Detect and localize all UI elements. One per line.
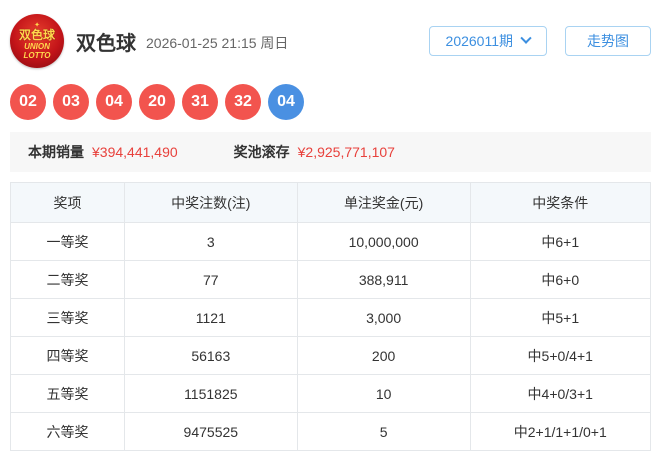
prize-table-body: 一等奖 3 10,000,000 中6+1 二等奖 77 388,911 中6+0 三等奖 112… [10, 222, 651, 451]
red-ball: 02 [10, 84, 46, 120]
table-cell: 1121 [123, 298, 298, 337]
table-cell: 3 [123, 222, 298, 261]
logo-lotto-text: LOTTO [23, 51, 51, 60]
table-cell: 10,000,000 [296, 222, 471, 261]
blue-ball: 04 [268, 84, 304, 120]
lottery-result-page: ✦ 双色球 UNION LOTTO 双色球 2026-01-25 21:15 周… [0, 0, 661, 451]
table-cell: 中5+1 [469, 298, 651, 337]
table-cell: 一等奖 [10, 222, 125, 261]
red-ball: 03 [53, 84, 89, 120]
table-cell: 中6+1 [469, 222, 651, 261]
table-cell: 中5+0/4+1 [469, 336, 651, 375]
trend-chart-button[interactable]: 走势图 [565, 26, 651, 56]
red-ball: 31 [182, 84, 218, 120]
table-cell: 56163 [123, 336, 298, 375]
table-cell: 六等奖 [10, 412, 125, 451]
prize-table-header-row: 奖项 中奖注数(注) 单注奖金(元) 中奖条件 [10, 182, 651, 223]
column-header: 中奖注数(注) [123, 182, 298, 223]
chevron-down-icon [520, 32, 532, 44]
prize-table: 奖项 中奖注数(注) 单注奖金(元) 中奖条件 一等奖 3 10,000,000 中6+1 二… [10, 182, 651, 451]
table-row: 五等奖 1151825 10 中4+0/3+1 [10, 374, 651, 413]
column-header: 中奖条件 [469, 182, 651, 223]
issue-select-label: 2026011期 [445, 33, 513, 49]
table-cell: 9475525 [123, 412, 298, 451]
union-lotto-logo: ✦ 双色球 UNION LOTTO [10, 14, 64, 68]
header-actions: 2026011期 走势图 [428, 26, 651, 56]
pool-value: ¥2,925,771,107 [297, 144, 395, 160]
pool-label: 奖池滚存 [233, 144, 290, 160]
table-cell: 中6+0 [469, 260, 651, 299]
table-cell: 10 [296, 374, 471, 413]
table-row: 二等奖 77 388,911 中6+0 [10, 260, 651, 299]
red-ball: 20 [139, 84, 175, 120]
table-row: 一等奖 3 10,000,000 中6+1 [10, 222, 651, 261]
logo-cn-text: 双色球 [18, 28, 55, 42]
table-cell: 5 [296, 412, 471, 451]
table-cell: 二等奖 [10, 260, 125, 299]
table-row: 三等奖 1121 3,000 中5+1 [10, 298, 651, 337]
draw-datetime: 2026-01-25 21:15 周日 [146, 34, 289, 51]
table-row: 六等奖 9475525 5 中2+1/1+1/0+1 [10, 412, 651, 451]
table-cell: 中4+0/3+1 [469, 374, 651, 413]
sales-label: 本期销量 [28, 144, 84, 160]
table-cell: 1151825 [123, 374, 298, 413]
column-header: 奖项 [10, 182, 125, 223]
red-ball: 32 [225, 84, 261, 120]
issue-select-dropdown[interactable]: 2026011期 [428, 26, 547, 56]
table-cell: 四等奖 [10, 336, 125, 375]
logo-union-text: UNION [24, 42, 50, 51]
sales-value: ¥394,441,490 [92, 144, 178, 160]
column-header: 单注奖金(元) [296, 182, 471, 223]
red-ball: 04 [96, 84, 132, 120]
table-cell: 五等奖 [10, 374, 125, 413]
table-cell: 3,000 [296, 298, 471, 337]
trend-chart-label: 走势图 [587, 33, 629, 49]
table-cell: 77 [123, 260, 298, 299]
pool-group: 奖池滚存 ¥2,925,771,107 [234, 142, 395, 162]
page-title: 双色球 [76, 32, 136, 55]
table-cell: 388,911 [296, 260, 471, 299]
table-cell: 中2+1/1+1/0+1 [469, 412, 651, 451]
sales-summary-banner: 本期销量 ¥394,441,490 奖池滚存 ¥2,925,771,107 [10, 132, 651, 172]
table-row: 四等奖 56163 200 中5+0/4+1 [10, 336, 651, 375]
table-cell: 200 [296, 336, 471, 375]
page-header: ✦ 双色球 UNION LOTTO 双色球 2026-01-25 21:15 周… [10, 12, 651, 70]
drawn-numbers: 02 03 04 20 31 32 04 [10, 84, 651, 120]
table-cell: 三等奖 [10, 298, 125, 337]
